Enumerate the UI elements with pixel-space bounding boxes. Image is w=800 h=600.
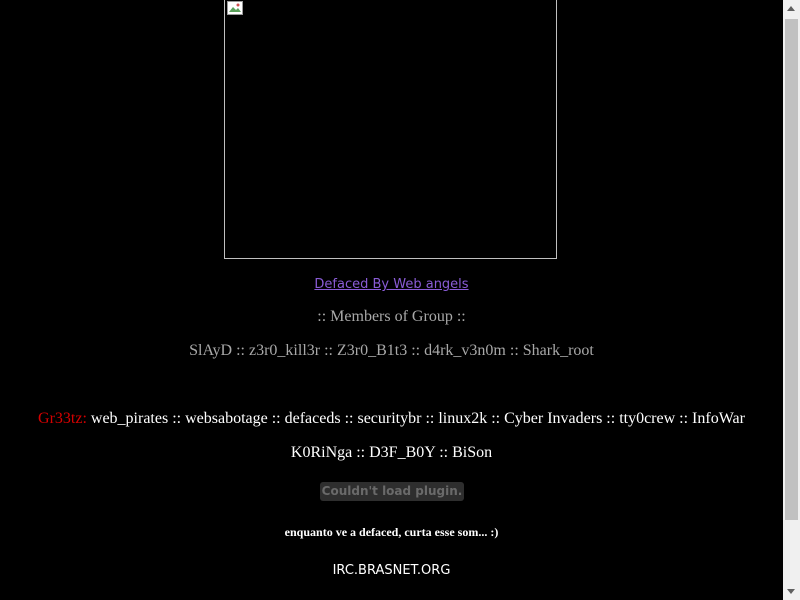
greetz-groups-continued: K0RiNga :: D3F_B0Y :: BiSon [290, 444, 493, 461]
song-message: enquanto ve a defaced, curta esse som...… [284, 525, 499, 539]
scroll-up-button[interactable] [783, 0, 800, 17]
scroll-down-arrow-icon [787, 589, 795, 594]
greetz-label: Gr33tz: [38, 410, 87, 427]
scroll-down-button[interactable] [783, 583, 800, 600]
scroll-thumb[interactable] [785, 19, 798, 520]
greetz-line: Gr33tz: web_pirates :: websabotage :: de… [0, 410, 783, 428]
defaced-by-link[interactable]: Defaced By Web angels [0, 277, 783, 292]
scroll-up-arrow-icon [787, 6, 795, 11]
members-heading: :: Members of Group :: [317, 308, 466, 325]
greetz-groups: web_pirates :: websabotage :: defaceds :… [86, 410, 745, 427]
vertical-scrollbar[interactable] [783, 0, 800, 600]
broken-image [224, 0, 557, 259]
plugin-error-box[interactable]: Couldn't load plugin. [320, 482, 464, 501]
broken-image-icon [227, 1, 243, 15]
page-viewport: Defaced By Web angels :: Members of Grou… [0, 0, 783, 600]
members-list: SlAyD :: z3r0_kill3r :: Z3r0_B1t3 :: d4r… [189, 342, 594, 359]
irc-server-text: IRC.BRASNET.ORG [332, 563, 451, 578]
